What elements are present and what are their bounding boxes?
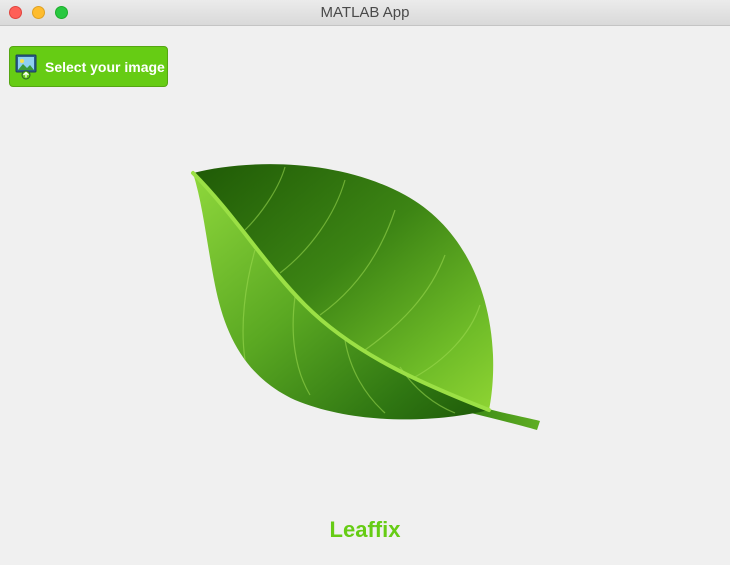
window-title: MATLAB App — [320, 4, 410, 21]
image-upload-icon — [15, 54, 37, 79]
leaf-icon — [191, 164, 540, 430]
select-image-label: Select your image — [45, 58, 165, 75]
select-image-button[interactable]: Select your image — [9, 46, 168, 87]
app-window: MATLAB App Select your image Leaffix — [0, 0, 730, 565]
app-name-label: Leaffix — [329, 517, 401, 542]
title-bar: MATLAB App — [0, 0, 730, 26]
